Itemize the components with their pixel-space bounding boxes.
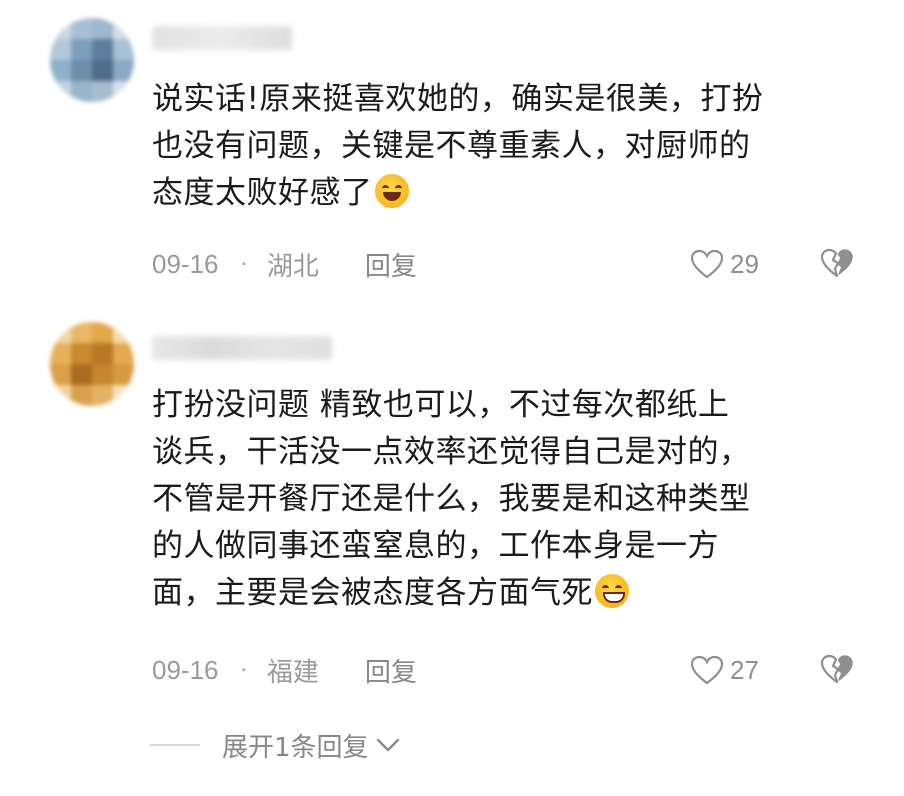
comment-text: 打扮没问题 精致也可以，不过每次都纸上 谈兵，干活没一点效率还觉得自己是对的， … <box>152 382 852 617</box>
reply-button[interactable]: 回复 <box>365 652 417 689</box>
comment-meta: 09-16 · 福建 回复 <box>152 652 417 689</box>
comment-location: 湖北 <box>266 251 319 282</box>
username-blurred[interactable] <box>152 26 292 50</box>
rofl-emoji <box>374 174 409 208</box>
heart-icon <box>690 655 724 685</box>
avatar[interactable] <box>50 18 134 102</box>
reply-button[interactable]: 回复 <box>365 246 417 283</box>
text-line: 也没有问题，关键是不尊重素人，对厨师的 <box>152 128 751 164</box>
broken-heart-icon <box>820 654 853 684</box>
text-line: 说实话!原来挺喜欢她的，确实是很美，打扮 <box>152 81 764 117</box>
expand-replies-label: 展开1条回复 <box>222 732 369 763</box>
separator-dot: · <box>240 252 247 276</box>
dislike-button[interactable] <box>820 247 854 283</box>
text-line: 的人做同事还蛮窒息的，工作本身是一方 <box>152 528 719 564</box>
comment-location: 福建 <box>266 657 319 688</box>
dislike-button[interactable] <box>820 653 854 689</box>
like-count: 29 <box>730 248 759 279</box>
username-blurred[interactable] <box>152 336 332 360</box>
like-button[interactable]: 29 <box>690 247 759 281</box>
chevron-down-icon <box>376 738 399 752</box>
avatar[interactable] <box>50 322 134 406</box>
comment-date: 09-16 <box>152 654 219 685</box>
comment-item: 打扮没问题 精致也可以，不过每次都纸上 谈兵，干活没一点效率还觉得自己是对的， … <box>0 300 904 710</box>
comment-meta: 09-16 · 湖北 回复 <box>152 246 417 283</box>
divider-line <box>150 744 200 746</box>
like-button[interactable]: 27 <box>690 653 759 687</box>
text-line: 打扮没问题 精致也可以，不过每次都纸上 <box>152 387 730 423</box>
text-line: 谈兵，干活没一点效率还觉得自己是对的， <box>152 434 751 470</box>
separator-dot: · <box>240 658 247 682</box>
comment-text: 说实话!原来挺喜欢她的，确实是很美，打扮 也没有问题，关键是不尊重素人，对厨师的… <box>152 76 852 217</box>
text-line: 面，主要是会被态度各方面气死 <box>152 570 852 617</box>
broken-heart-icon <box>820 248 853 278</box>
comment-item: 说实话!原来挺喜欢她的，确实是很美，打扮 也没有问题，关键是不尊重素人，对厨师的… <box>0 0 904 300</box>
heart-icon <box>690 249 724 279</box>
expand-replies-button[interactable]: 展开1条回复 <box>150 728 401 763</box>
text-line: 态度太败好感了 <box>152 170 852 217</box>
text-line: 不管是开餐厅还是什么，我要是和这种类型 <box>152 481 751 517</box>
grin-sweat-emoji <box>595 574 629 608</box>
comment-date: 09-16 <box>152 248 219 279</box>
like-count: 27 <box>730 654 759 685</box>
